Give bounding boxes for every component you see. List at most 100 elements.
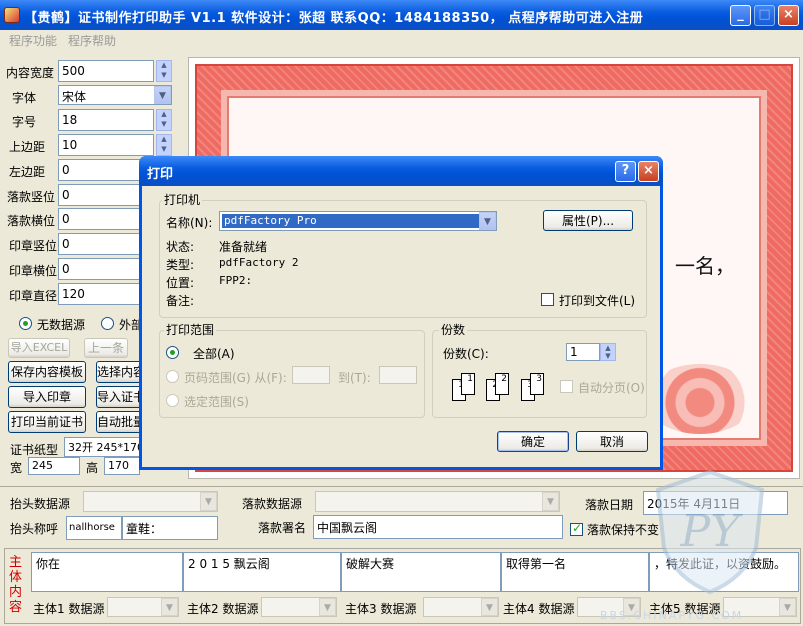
- minimize-button[interactable]: _: [730, 5, 751, 26]
- content-width-spinner[interactable]: ▲ ▼: [156, 60, 172, 82]
- range-to-label: 到(T):: [338, 371, 371, 385]
- maximize-button[interactable]: □: [754, 5, 775, 26]
- content-width-label: 内容宽度: [6, 66, 55, 80]
- import-certificate-button[interactable]: 导入证书: [96, 386, 142, 408]
- header-name-input[interactable]: nallhorse: [66, 516, 122, 540]
- main-source-4-label: 主体4 数据源: [503, 602, 575, 616]
- range-all-radio[interactable]: [166, 346, 179, 359]
- main-content-label: 主体内容: [9, 555, 23, 615]
- copies-spinner[interactable]: ▲ ▼: [600, 343, 616, 361]
- seal-diameter-label: 印章直径: [9, 289, 58, 303]
- font-size-spinner[interactable]: ▲ ▼: [156, 109, 172, 131]
- import-seal-button[interactable]: 导入印章: [8, 386, 86, 408]
- menu-program-functions[interactable]: 程序功能: [9, 32, 57, 49]
- signature-name-input[interactable]: 中国飘云阁: [313, 515, 563, 539]
- comment-label: 备注:: [166, 294, 195, 308]
- app-icon: [4, 7, 20, 23]
- main-source-3-select[interactable]: ▼: [423, 597, 499, 617]
- printer-name-value: pdfFactory Pro: [222, 214, 480, 228]
- location-value: FPP2:: [219, 274, 253, 287]
- paper-height-input[interactable]: 170: [104, 457, 140, 475]
- main-source-3-dropdown-icon[interactable]: ▼: [481, 598, 498, 616]
- watermark-logo: PY: [680, 506, 744, 557]
- main-cell-1[interactable]: 你在: [31, 552, 183, 592]
- dialog-close-button[interactable]: ×: [638, 161, 659, 182]
- status-value: 准备就绪: [219, 240, 268, 254]
- paper-type-label: 证书纸型: [10, 443, 59, 457]
- font-size-input[interactable]: 18: [58, 109, 154, 131]
- status-label: 状态:: [166, 240, 195, 254]
- signature-source-label: 落款数据源: [242, 497, 303, 511]
- window-title-bar[interactable]: 【贵鹤】证书制作打印助手 V1.1 软件设计：张超 联系QQ：148418835…: [0, 0, 803, 30]
- menu-program-help[interactable]: 程序帮助: [68, 32, 116, 49]
- range-from-input[interactable]: [292, 366, 330, 384]
- top-margin-label: 上边距: [9, 140, 46, 154]
- print-dialog-title-bar[interactable]: 打印 ? ×: [139, 156, 663, 186]
- font-select[interactable]: 宋体 ▼: [58, 85, 172, 105]
- paper-type-select[interactable]: 32开 245*170: [64, 437, 140, 457]
- header-source-dropdown-icon[interactable]: ▼: [200, 492, 217, 511]
- main-cell-3[interactable]: 破解大赛: [341, 552, 501, 592]
- menu-bar: 程序功能 程序帮助: [0, 30, 803, 50]
- main-source-2-select[interactable]: ▼: [261, 597, 337, 617]
- top-margin-spinner[interactable]: ▲ ▼: [156, 134, 172, 156]
- font-dropdown-icon[interactable]: ▼: [154, 86, 171, 104]
- header-source-label: 抬头数据源: [10, 497, 71, 511]
- radio-no-data-source[interactable]: [19, 317, 32, 330]
- content-width-input[interactable]: 500: [58, 60, 154, 82]
- copies-label: 份数(C):: [443, 347, 489, 361]
- radio-external-source[interactable]: [101, 317, 114, 330]
- type-label: 类型:: [166, 258, 195, 272]
- main-source-5-dropdown-icon[interactable]: ▼: [779, 598, 796, 616]
- range-all-label: 全部(A): [193, 347, 235, 361]
- type-value: pdfFactory 2: [219, 256, 299, 269]
- font-value: 宋体: [62, 90, 87, 104]
- signature-source-dropdown-icon[interactable]: ▼: [542, 492, 559, 511]
- dialog-help-button[interactable]: ?: [615, 161, 636, 182]
- main-source-1-dropdown-icon[interactable]: ▼: [161, 598, 178, 616]
- printer-dropdown-icon[interactable]: ▼: [479, 212, 496, 230]
- collate-page-icon-1b: 1: [461, 373, 475, 395]
- printer-name-select[interactable]: pdfFactory Pro ▼: [219, 211, 497, 231]
- top-margin-input[interactable]: 10: [58, 134, 154, 156]
- auto-batch-button[interactable]: 自动批量: [96, 411, 142, 433]
- collate-page-icon-2b: 2: [495, 373, 509, 395]
- range-to-input[interactable]: [379, 366, 417, 384]
- collate-checkbox[interactable]: [560, 380, 573, 393]
- header-source-select[interactable]: ▼: [83, 491, 218, 512]
- main-source-3-label: 主体3 数据源: [345, 602, 417, 616]
- header-suffix-input[interactable]: 童鞋：: [122, 516, 218, 540]
- printer-properties-button[interactable]: 属性(P)...: [543, 210, 633, 231]
- range-selection-radio[interactable]: [166, 394, 179, 407]
- window-title: 【贵鹤】证书制作打印助手 V1.1 软件设计：张超 联系QQ：148418835…: [24, 11, 644, 26]
- print-dialog-body: 打印机 名称(N): pdfFactory Pro ▼ 属性(P)... 状态:…: [142, 186, 660, 467]
- copies-input[interactable]: 1: [566, 343, 600, 361]
- main-source-1-select[interactable]: ▼: [107, 597, 179, 617]
- copies-caption: 份数: [439, 321, 468, 338]
- import-excel-button[interactable]: 导入EXCEL: [8, 338, 70, 358]
- printer-group-caption: 打印机: [162, 191, 203, 208]
- signature-source-select[interactable]: ▼: [315, 491, 560, 512]
- font-size-label: 字号: [12, 115, 37, 129]
- watermark-site: BBS.CHINAPYG.COM: [600, 609, 744, 622]
- range-pages-radio[interactable]: [166, 370, 179, 383]
- main-cell-2[interactable]: 2 0 1 5 飘云阁: [183, 552, 341, 592]
- location-label: 位置:: [166, 276, 195, 290]
- dialog-cancel-button[interactable]: 取消: [576, 431, 648, 452]
- print-dialog-title: 打印: [147, 167, 174, 182]
- main-cell-4[interactable]: 取得第一名: [501, 552, 649, 592]
- main-source-2-dropdown-icon[interactable]: ▼: [319, 598, 336, 616]
- paper-width-input[interactable]: 245: [28, 457, 80, 475]
- close-button[interactable]: ×: [778, 5, 799, 26]
- dialog-ok-button[interactable]: 确定: [497, 431, 569, 452]
- keep-signature-label: 落款保持不变: [587, 523, 660, 537]
- save-template-button[interactable]: 保存内容模板: [8, 361, 86, 383]
- print-current-button[interactable]: 打印当前证书: [8, 411, 86, 433]
- keep-signature-checkbox[interactable]: [570, 521, 583, 536]
- printer-name-label: 名称(N):: [166, 216, 213, 230]
- collate-page-icon-3b: 3: [530, 373, 544, 395]
- select-template-button[interactable]: 选择内容: [96, 361, 142, 383]
- collate-label: 自动分页(O): [578, 381, 645, 395]
- print-to-file-checkbox[interactable]: [541, 293, 554, 306]
- prev-record-button[interactable]: 上一条: [84, 338, 128, 358]
